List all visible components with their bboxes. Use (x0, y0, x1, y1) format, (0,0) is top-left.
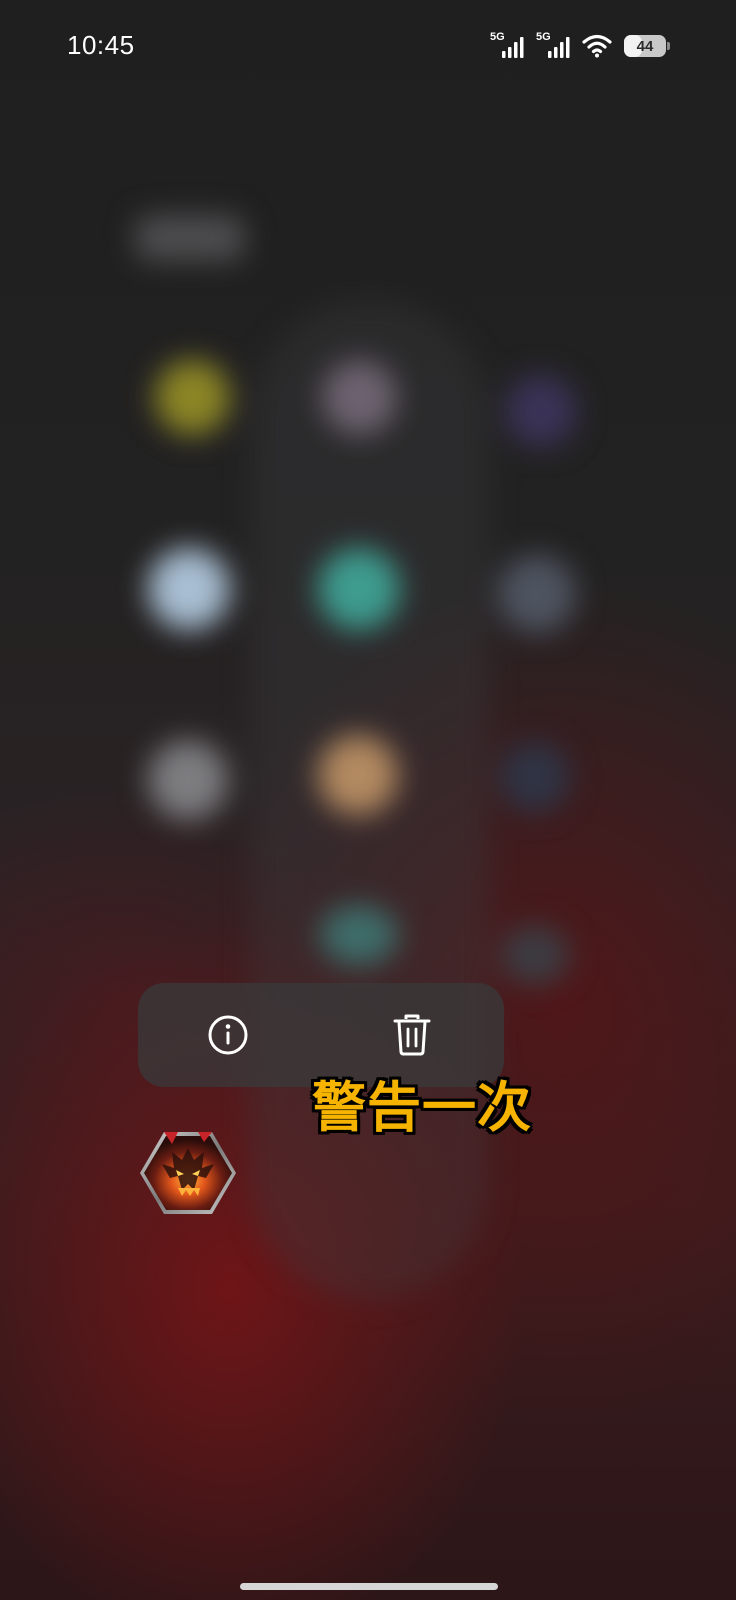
status-bar: 10:45 5G 5G 44 (0, 0, 736, 96)
cellular-signal-1-icon: 5G (490, 31, 530, 61)
blurred-home-background (0, 0, 736, 1600)
wifi-icon (582, 34, 612, 58)
info-icon (208, 1015, 248, 1055)
status-time: 10:45 (67, 30, 135, 60)
trash-icon (393, 1014, 431, 1056)
overlay-caption: 警告一次 (312, 1076, 532, 1139)
game-app-icon[interactable] (138, 1130, 238, 1216)
cellular-signal-2-icon: 5G (536, 31, 576, 61)
app-info-button[interactable] (198, 1005, 258, 1065)
home-indicator[interactable] (240, 1583, 498, 1590)
uninstall-button[interactable] (382, 1005, 442, 1065)
battery-level: 44 (636, 37, 654, 55)
battery-icon: 44 (624, 35, 670, 57)
status-icons: 5G 5G 44 (490, 30, 670, 62)
home-screen: 10:45 5G 5G 44 警告一次 (0, 0, 736, 1600)
